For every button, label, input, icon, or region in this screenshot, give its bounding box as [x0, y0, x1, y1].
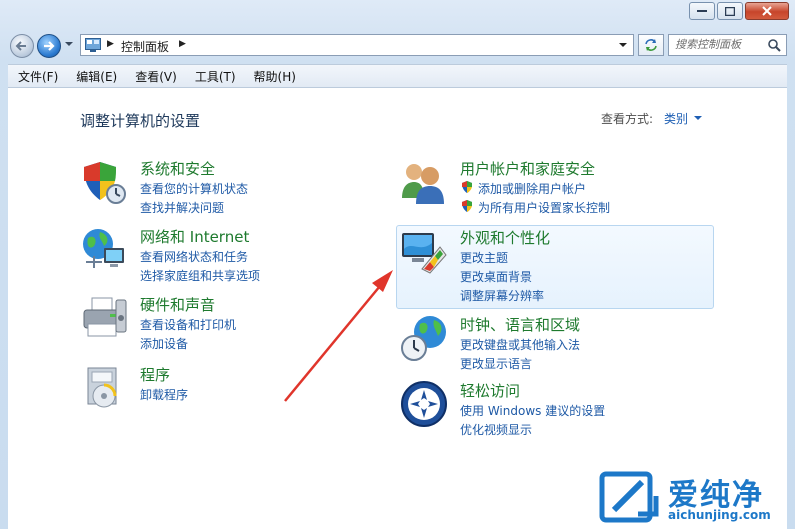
- link-devices-printers[interactable]: 查看设备和打印机: [140, 316, 236, 333]
- maximize-button[interactable]: [717, 2, 743, 20]
- view-by-label: 查看方式:: [601, 112, 654, 126]
- breadcrumb-control-panel[interactable]: 控制面板: [121, 38, 169, 55]
- view-by-dropdown[interactable]: 类别: [664, 110, 688, 127]
- navigation-bar: ▶ 控制面板 ▶: [8, 31, 787, 59]
- category-title[interactable]: 轻松访问: [460, 380, 520, 401]
- link-change-theme[interactable]: 更改主题: [460, 249, 508, 266]
- link-change-display-language[interactable]: 更改显示语言: [460, 355, 532, 372]
- category-appearance-personalization: 外观和个性化 更改主题 更改桌面背景 调整屏幕分辨率: [400, 227, 710, 303]
- breadcrumb-separator-icon[interactable]: ▶: [107, 39, 114, 49]
- menu-help[interactable]: 帮助(H): [244, 65, 304, 87]
- link-view-network-status[interactable]: 查看网络状态和任务: [140, 248, 248, 265]
- maximize-icon: [725, 6, 735, 16]
- link-uninstall-program[interactable]: 卸载程序: [140, 386, 188, 403]
- refresh-icon: [645, 39, 657, 51]
- link-adjust-screen-resolution[interactable]: 调整屏幕分辨率: [460, 287, 544, 304]
- recent-pages-dropdown[interactable]: [65, 42, 73, 46]
- refresh-button[interactable]: [638, 34, 664, 56]
- close-button[interactable]: [745, 2, 789, 20]
- menu-bar: 文件(F) 编辑(E) 查看(V) 工具(T) 帮助(H): [8, 64, 787, 88]
- search-input[interactable]: [675, 38, 763, 51]
- category-title[interactable]: 硬件和声音: [140, 294, 215, 315]
- page-title: 调整计算机的设置: [80, 112, 201, 130]
- users-icon[interactable]: [400, 158, 448, 206]
- printer-icon[interactable]: [80, 294, 128, 342]
- content-pane: 调整计算机的设置 查看方式: 类别 系统和安全 查看您的计算机状态 查找并解决问…: [8, 88, 787, 529]
- control-panel-window: ▶ 控制面板 ▶ 文件(F) 编辑(E) 查看(V) 工具(T) 帮助(H): [0, 0, 795, 529]
- watermark-url: aichunjing.com: [668, 508, 771, 522]
- back-button[interactable]: [10, 34, 34, 58]
- programs-icon[interactable]: [80, 364, 128, 412]
- menu-edit[interactable]: 编辑(E): [66, 65, 125, 87]
- forward-button[interactable]: [37, 34, 61, 58]
- watermark-logo-icon: [599, 471, 659, 523]
- category-title[interactable]: 系统和安全: [140, 158, 215, 179]
- link-add-device[interactable]: 添加设备: [140, 335, 188, 352]
- link-parental-controls[interactable]: 为所有用户设置家长控制: [478, 199, 610, 216]
- search-icon[interactable]: [768, 39, 781, 52]
- close-icon: [762, 6, 772, 16]
- link-change-keyboard-input[interactable]: 更改键盘或其他输入法: [460, 336, 580, 353]
- link-troubleshoot[interactable]: 查找并解决问题: [140, 199, 224, 216]
- category-user-accounts: 用户帐户和家庭安全 添加或删除用户帐户 为所有用户设置家长控制: [400, 158, 710, 218]
- category-hardware-sound: 硬件和声音 查看设备和打印机 添加设备: [80, 294, 340, 354]
- minimize-icon: [697, 10, 707, 12]
- breadcrumb-separator-icon[interactable]: ▶: [179, 39, 186, 49]
- category-network-internet: 网络和 Internet 查看网络状态和任务 选择家庭组和共享选项: [80, 226, 340, 286]
- ease-of-access-icon[interactable]: [400, 380, 448, 428]
- minimize-button[interactable]: [689, 2, 715, 20]
- monitor-palette-icon[interactable]: [400, 227, 448, 275]
- link-optimize-video-display[interactable]: 优化视频显示: [460, 421, 532, 438]
- shield-icon[interactable]: [80, 158, 128, 206]
- link-add-remove-user[interactable]: 添加或删除用户帐户: [478, 180, 586, 197]
- category-title[interactable]: 时钟、语言和区域: [460, 314, 580, 335]
- category-title[interactable]: 用户帐户和家庭安全: [460, 158, 595, 179]
- forward-arrow-icon: [44, 41, 55, 51]
- caption-buttons: [689, 2, 789, 20]
- category-programs: 程序 卸载程序: [80, 364, 340, 416]
- control-panel-icon: [85, 38, 101, 52]
- address-bar[interactable]: ▶ 控制面板 ▶: [80, 34, 634, 56]
- category-system-security: 系统和安全 查看您的计算机状态 查找并解决问题: [80, 158, 340, 218]
- category-clock-language-region: 时钟、语言和区域 更改键盘或其他输入法 更改显示语言: [400, 314, 710, 374]
- uac-shield-icon: [462, 200, 472, 212]
- link-view-computer-status[interactable]: 查看您的计算机状态: [140, 180, 248, 197]
- link-use-recommended-settings[interactable]: 使用 Windows 建议的设置: [460, 402, 605, 419]
- clock-globe-icon[interactable]: [400, 314, 448, 362]
- menu-tools[interactable]: 工具(T): [185, 65, 244, 87]
- link-homegroup-sharing[interactable]: 选择家庭组和共享选项: [140, 267, 260, 284]
- category-title[interactable]: 外观和个性化: [460, 227, 550, 248]
- category-title[interactable]: 程序: [140, 364, 170, 385]
- watermark: 爱纯净 aichunjing.com: [598, 468, 794, 528]
- back-arrow-icon: [15, 41, 26, 51]
- link-change-desktop-background[interactable]: 更改桌面背景: [460, 268, 532, 285]
- address-dropdown-icon[interactable]: [619, 43, 627, 47]
- category-title[interactable]: 网络和 Internet: [140, 226, 249, 247]
- category-ease-of-access: 轻松访问 使用 Windows 建议的设置 优化视频显示: [400, 380, 710, 440]
- view-by-chevron-down-icon[interactable]: [694, 116, 702, 120]
- network-globe-icon[interactable]: [80, 226, 128, 274]
- search-box[interactable]: [668, 34, 787, 56]
- uac-shield-icon: [462, 181, 472, 193]
- menu-file[interactable]: 文件(F): [8, 65, 66, 87]
- menu-view[interactable]: 查看(V): [125, 65, 185, 87]
